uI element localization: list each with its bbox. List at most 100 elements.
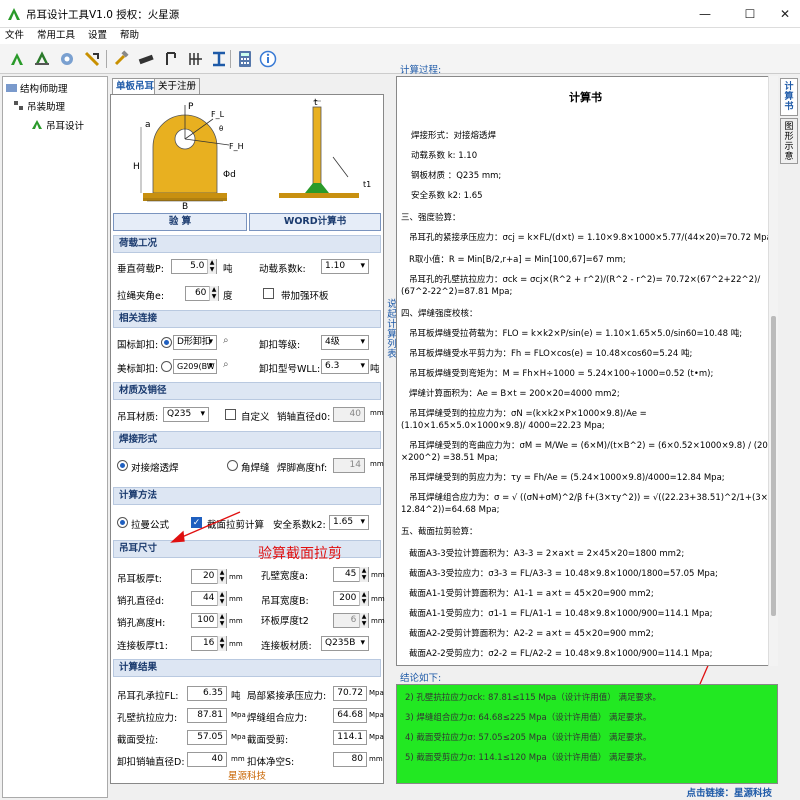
- wall-width-unit: mm: [371, 571, 385, 579]
- shackle-model-unit: 吨: [370, 364, 380, 375]
- calc-line: 截面A2-2受剪应力：σ2-2 = FL/A2-2 = 10.48×9.8×10…: [409, 649, 713, 659]
- connect-material-select[interactable]: Q235B: [321, 636, 369, 651]
- toolbar-separator: [230, 50, 231, 68]
- plate-thickness-unit: mm: [229, 573, 243, 581]
- rope-angle-spinner[interactable]: ▲ ▼: [209, 286, 218, 301]
- tab-diagram[interactable]: 图形示意: [780, 118, 798, 164]
- result-weld-label: 焊缝组合应力:: [247, 713, 308, 724]
- calc-scrollbar-thumb[interactable]: [771, 316, 776, 616]
- menu-file[interactable]: 文件: [5, 28, 24, 44]
- custom-checkbox[interactable]: [225, 409, 236, 420]
- butt-weld-radio[interactable]: [117, 460, 128, 471]
- rope-angle-label: 拉绳夹角e:: [117, 291, 165, 302]
- tree-item-lug-design[interactable]: 吊耳设计: [31, 118, 84, 132]
- calc-line: 吊耳焊缝受到的拉应力为：σN =(k×k2×P×1000×9.8)/Ae =: [409, 409, 647, 419]
- safety-factor-select[interactable]: 1.65: [329, 515, 369, 530]
- design-input-panel: P F_L θ F_H a H B Φd t t1 验 算 WORD计算书 荷载…: [110, 94, 385, 784]
- fillet-weld-radio[interactable]: [227, 460, 238, 471]
- calc-process-label: 计算过程:: [400, 65, 442, 76]
- american-shackle-radio[interactable]: [161, 361, 172, 372]
- navigation-tree: 结构师助理 吊装助理 吊耳设计: [2, 76, 108, 798]
- lug-material-select[interactable]: Q235: [163, 407, 209, 422]
- calculator-icon[interactable]: [234, 48, 256, 70]
- footer-link[interactable]: 点击链接：星源科技: [686, 785, 772, 799]
- calc-line: 动载系数 k: 1.10: [411, 151, 478, 161]
- national-shackle-radio[interactable]: [161, 337, 172, 348]
- crane-tool-icon[interactable]: [56, 48, 78, 70]
- ring-thickness-label: 环板厚度t2: [261, 616, 309, 627]
- tree-item-hoisting[interactable]: 吊装助理: [13, 99, 65, 113]
- vertical-load-spinner[interactable]: ▲ ▼: [207, 259, 216, 274]
- result-fl-label: 吊耳孔承拉FL:: [117, 691, 179, 702]
- tab-about[interactable]: 关于注册: [154, 78, 201, 94]
- calc-line: 截面A3-3受拉计算面积为：A3-3 = 2×a×t = 2×45×20=180…: [409, 549, 685, 559]
- minimize-button[interactable]: —: [690, 4, 720, 24]
- title-bar: 吊耳设计工具V1.0 授权：火星源 — ☐ ✕: [0, 0, 800, 28]
- calc-line: 吊耳板焊缝受水平剪力为：Fh = FLO×cos(e) = 10.48×cos6…: [409, 349, 693, 359]
- hole-diameter-spinner[interactable]: ▲ ▼: [217, 591, 226, 606]
- wall-width-spinner[interactable]: ▲ ▼: [359, 567, 368, 582]
- result-cj-value: 70.72: [333, 686, 367, 701]
- tree-item-root[interactable]: 结构师助理: [6, 81, 68, 95]
- menu-tools[interactable]: 常用工具: [37, 28, 75, 44]
- menu-settings[interactable]: 设置: [88, 28, 107, 44]
- menu-help[interactable]: 帮助: [120, 28, 139, 44]
- calc-line: 截面A1-1受剪计算面积为：A1-1 = a×t = 45×20=900 mm2…: [409, 589, 654, 599]
- maximize-button[interactable]: ☐: [735, 4, 765, 24]
- lug-width-spinner[interactable]: ▲ ▼: [359, 591, 368, 606]
- clamp-tool-icon[interactable]: [160, 48, 182, 70]
- hole-diameter-label: 销孔直径d:: [117, 596, 165, 607]
- lug-width-unit: mm: [371, 595, 385, 603]
- tab-single-lug[interactable]: 单板吊耳: [112, 78, 159, 94]
- company-name: 星源科技: [227, 771, 266, 782]
- ring-thickness-spinner[interactable]: ▲ ▼: [359, 613, 368, 628]
- ring-plate-label: 带加强环板: [281, 291, 329, 302]
- dynamic-factor-select[interactable]: 1.10: [321, 259, 369, 274]
- app-logo-icon: [8, 8, 20, 20]
- butt-weld-label: 对接熔透焊: [131, 463, 179, 474]
- search-icon[interactable]: ⌕: [223, 335, 229, 346]
- left-tab-strip: 单板吊耳 关于注册: [110, 78, 386, 94]
- check-button[interactable]: 验 算: [113, 213, 247, 231]
- pin-diameter-input[interactable]: 40: [333, 407, 365, 422]
- conclusion-line: 4) 截面受拉应力σ: 57.05≤205 Mpa（设计许用值） 满足要求。: [405, 733, 652, 743]
- diagram-label-phi-d: Φd: [223, 170, 236, 180]
- result-fl-unit: 吨: [231, 691, 241, 702]
- calc-line: 五、截面拉剪验算：: [401, 527, 478, 537]
- hammer-tool-icon[interactable]: [110, 48, 132, 70]
- shackle-grade-select[interactable]: 4级: [321, 335, 369, 350]
- american-shackle-select[interactable]: G209(BW: [173, 359, 217, 374]
- i-beam-tool-icon[interactable]: [208, 48, 230, 70]
- rigging-tool-icon[interactable]: [81, 48, 103, 70]
- plate-thickness-spinner[interactable]: ▲ ▼: [217, 569, 226, 584]
- calc-scrollbar[interactable]: [768, 76, 778, 666]
- calc-line: 四、焊缝强度校核：: [401, 309, 478, 319]
- result-pin-label: 卸扣销轴直径D:: [117, 757, 185, 768]
- result-weld-value: 64.68: [333, 708, 367, 723]
- ring-plate-checkbox[interactable]: [263, 288, 274, 299]
- right-vertical-tabs: 计算书 图形示意: [780, 78, 798, 178]
- info-icon[interactable]: [257, 48, 279, 70]
- word-report-button[interactable]: WORD计算书: [249, 213, 381, 231]
- ring-thickness-unit: mm: [371, 617, 385, 625]
- shackle-model-select[interactable]: 6.3: [321, 359, 369, 374]
- weld-height-input[interactable]: 14: [333, 458, 365, 473]
- lifting-lug-tool-icon[interactable]: [6, 48, 28, 70]
- hole-height-spinner[interactable]: ▲ ▼: [217, 613, 226, 628]
- calc-line: 吊耳板焊缝受到弯矩为：M = Fh×H÷1000 = 5.24×100÷1000…: [409, 369, 714, 379]
- lug-icon: [32, 120, 42, 129]
- lame-formula-radio[interactable]: [117, 517, 128, 528]
- search-icon[interactable]: ⌕: [223, 359, 229, 370]
- tab-calc-report[interactable]: 计算书: [780, 78, 798, 116]
- hook-tool-icon[interactable]: [31, 48, 53, 70]
- bar-tool-icon[interactable]: [135, 48, 157, 70]
- close-button[interactable]: ✕: [770, 4, 800, 24]
- section-method: 计算方法: [113, 487, 381, 505]
- national-shackle-select[interactable]: D形卸扣: [173, 335, 217, 350]
- diagram-label-theta: θ: [219, 125, 223, 133]
- shackle-tool-icon[interactable]: [185, 48, 207, 70]
- calc-line: (1.10×1.65×5.0×1000×9.8)/ 4000=22.23 Mpa…: [401, 421, 605, 431]
- section-shear-checkbox[interactable]: ✓: [191, 517, 202, 528]
- hierarchy-icon: [14, 101, 23, 110]
- connect-plate-spinner[interactable]: ▲ ▼: [217, 636, 226, 651]
